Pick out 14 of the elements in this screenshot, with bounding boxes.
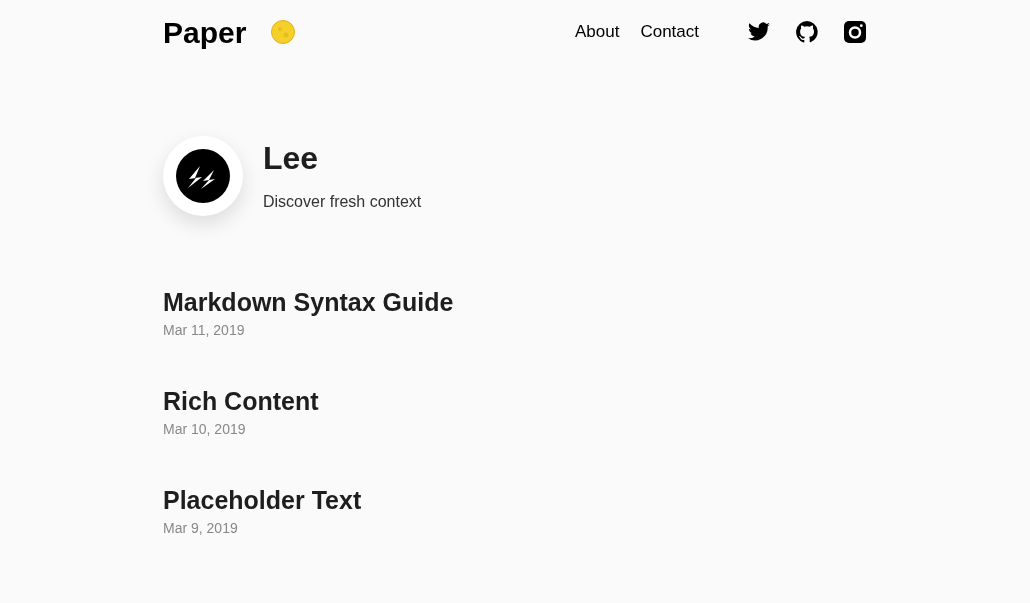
post-title[interactable]: Markdown Syntax Guide <box>163 286 867 318</box>
lightning-icon <box>176 149 230 203</box>
profile-name: Lee <box>263 139 320 178</box>
post-date: Mar 10, 2019 <box>163 420 247 439</box>
nav-link[interactable]: About <box>574 19 620 45</box>
camera-icon[interactable] <box>843 20 867 44</box>
post-title[interactable]: Rich Content <box>163 385 867 417</box>
site-logo[interactable]: Paper <box>163 9 247 55</box>
post-title[interactable]: Placeholder Text <box>163 484 867 516</box>
post-date: Mar 11, 2019 <box>163 321 246 340</box>
github-icon[interactable] <box>795 20 819 44</box>
post-date: Mar 9, 2019 <box>163 519 239 538</box>
nav-link[interactable]: Contact <box>640 19 699 45</box>
profile-bio: Discover fresh context <box>263 192 422 212</box>
